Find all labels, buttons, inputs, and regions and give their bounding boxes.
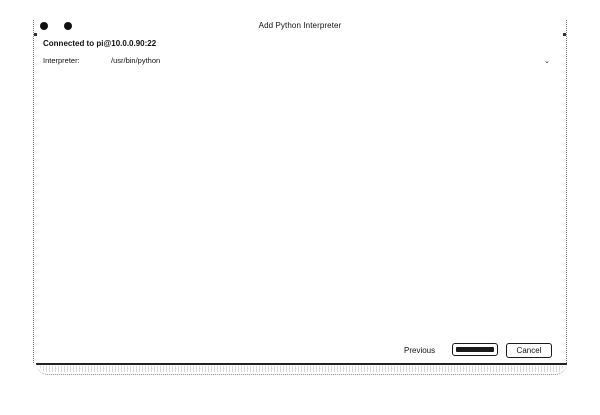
interpreter-label: Interpreter: bbox=[43, 56, 80, 65]
cancel-button[interactable]: Cancel bbox=[506, 343, 552, 358]
chevron-down-icon[interactable]: ⌄ bbox=[544, 58, 550, 65]
dialog-window bbox=[33, 20, 567, 363]
interpreter-select[interactable]: /usr/bin/python bbox=[111, 56, 411, 65]
dialog-title: Add Python Interpreter bbox=[258, 21, 342, 30]
window-corner-mark-right bbox=[563, 33, 566, 36]
next-button[interactable] bbox=[452, 343, 498, 356]
next-button-label-highlight bbox=[456, 347, 494, 352]
window-corner-mark-left bbox=[34, 33, 37, 36]
previous-button[interactable]: Previous bbox=[404, 346, 435, 355]
connection-status: Connected to pi@10.0.0.90:22 bbox=[43, 39, 157, 48]
window-shadow bbox=[40, 366, 563, 372]
